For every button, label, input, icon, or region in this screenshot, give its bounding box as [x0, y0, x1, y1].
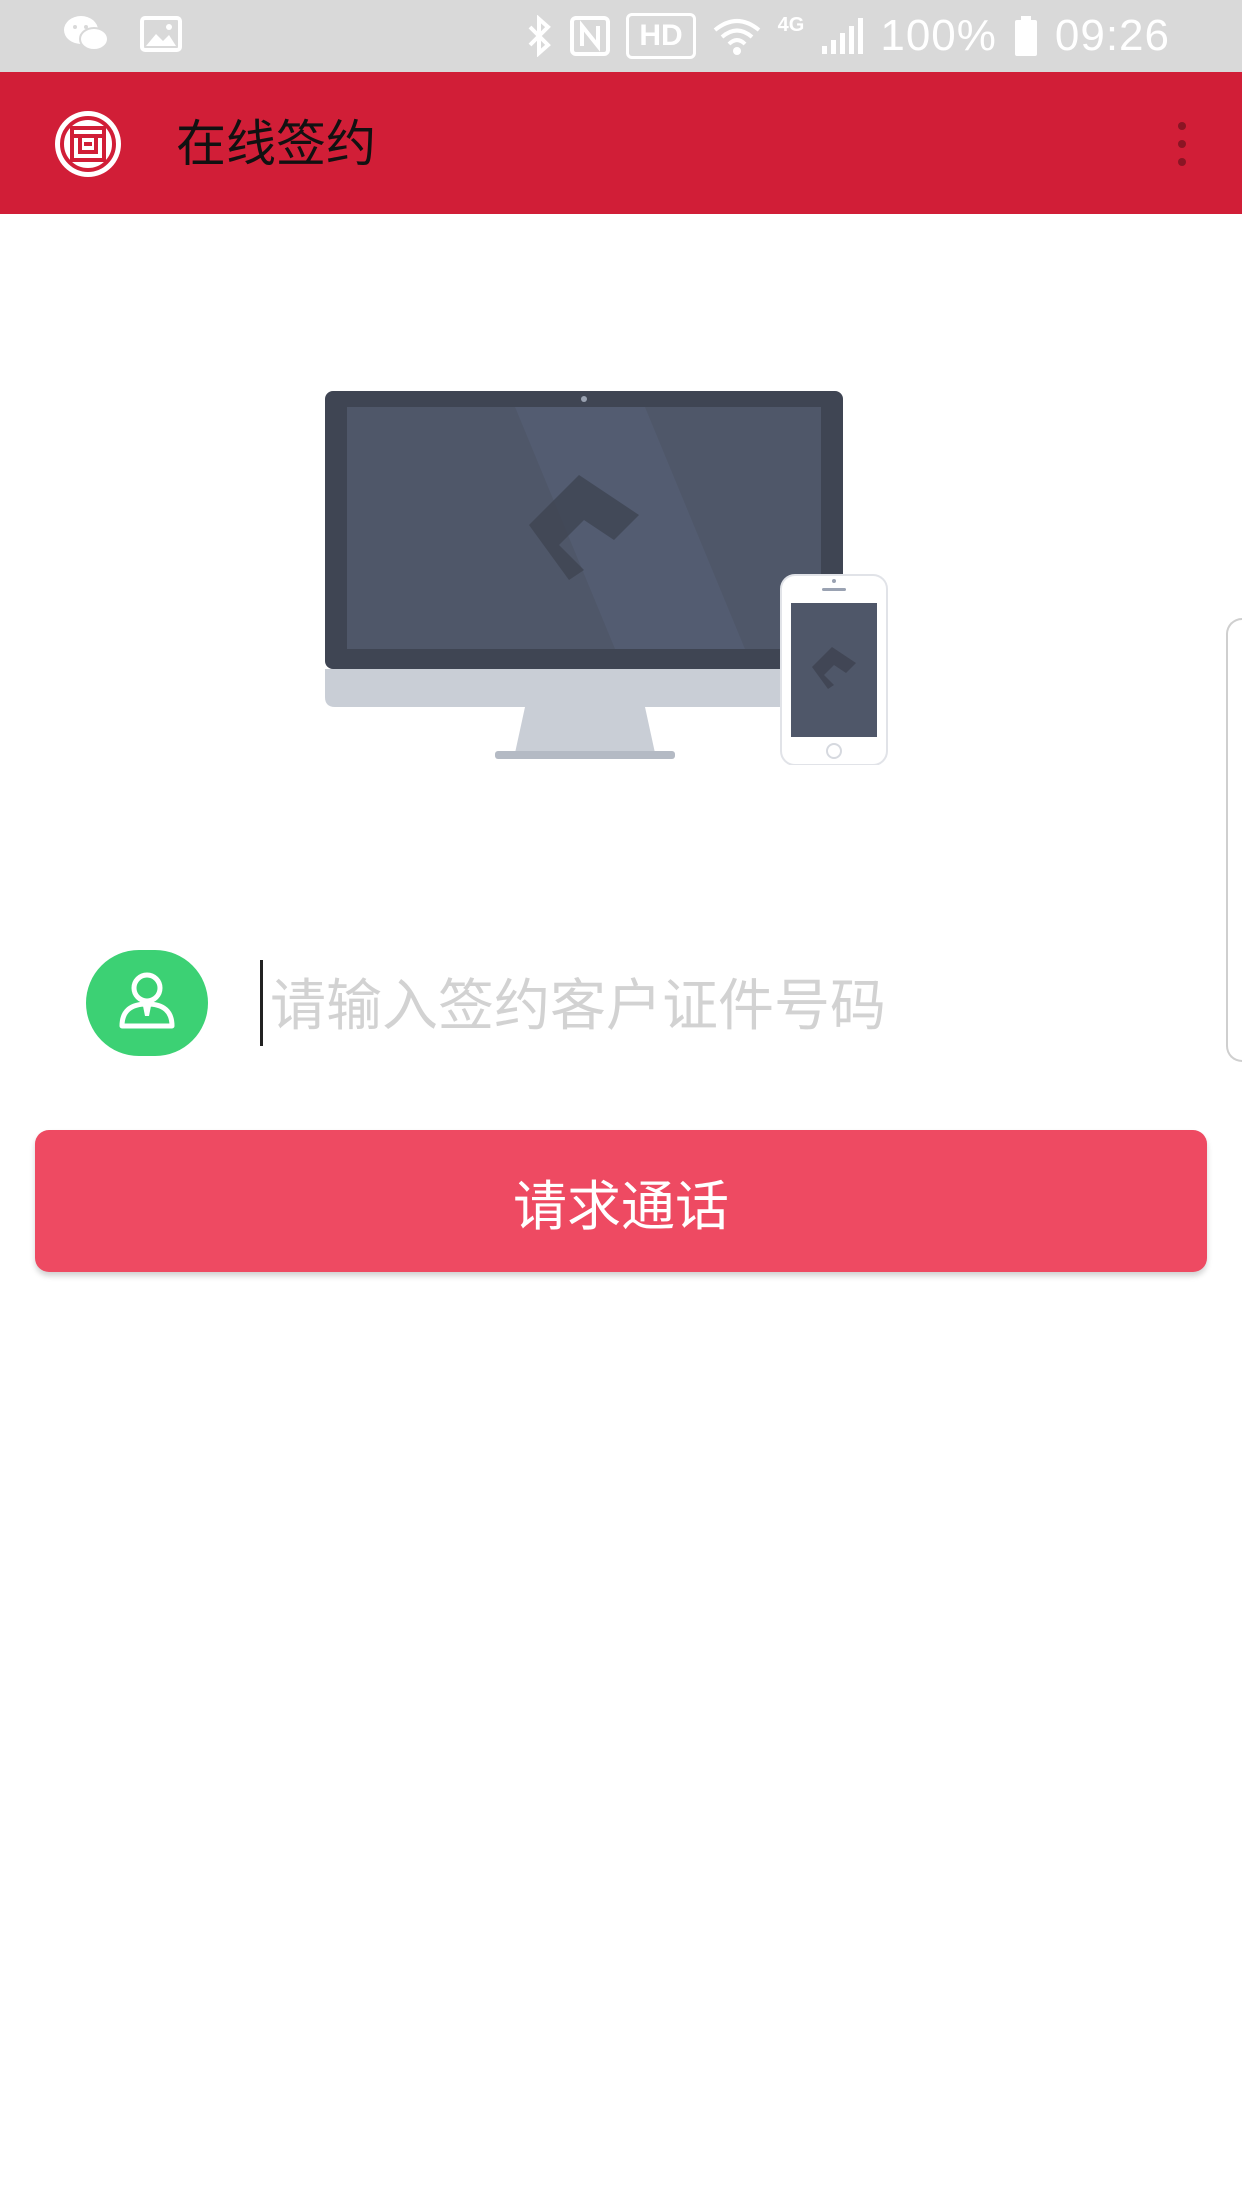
network-type-label: 4G: [777, 14, 805, 36]
clock: 09:26: [1054, 11, 1170, 60]
bluetooth-icon: [528, 15, 552, 57]
app-bar: 在线签约: [0, 72, 1242, 214]
edge-panel-handle[interactable]: [1226, 618, 1242, 1062]
request-call-button[interactable]: 请求通话: [35, 1130, 1207, 1272]
status-bar-left: [62, 14, 182, 54]
signal-icon: [822, 18, 864, 54]
image-icon: [140, 16, 182, 52]
status-bar-right: HD 4G 100% 09:26: [524, 8, 1170, 64]
hd-icon: HD: [626, 13, 696, 59]
id-input-row: [86, 950, 1206, 1060]
desktop-and-phone-illustration: [325, 391, 888, 765]
phone-screen: [791, 603, 877, 737]
status-bar: HD 4G 100% 09:26: [0, 0, 1242, 72]
wifi-icon: [713, 19, 760, 55]
id-number-input[interactable]: [260, 958, 1170, 1054]
wechat-icon: [64, 16, 109, 51]
battery-icon: [1014, 16, 1037, 56]
page-title: 在线签约: [176, 115, 376, 173]
bank-logo-icon: [55, 111, 121, 177]
nfc-icon: [570, 16, 611, 56]
user-icon: [86, 950, 208, 1056]
more-vert-icon[interactable]: [1138, 112, 1198, 176]
battery-percent: 100%: [880, 11, 997, 60]
text-caret: [260, 960, 263, 1046]
